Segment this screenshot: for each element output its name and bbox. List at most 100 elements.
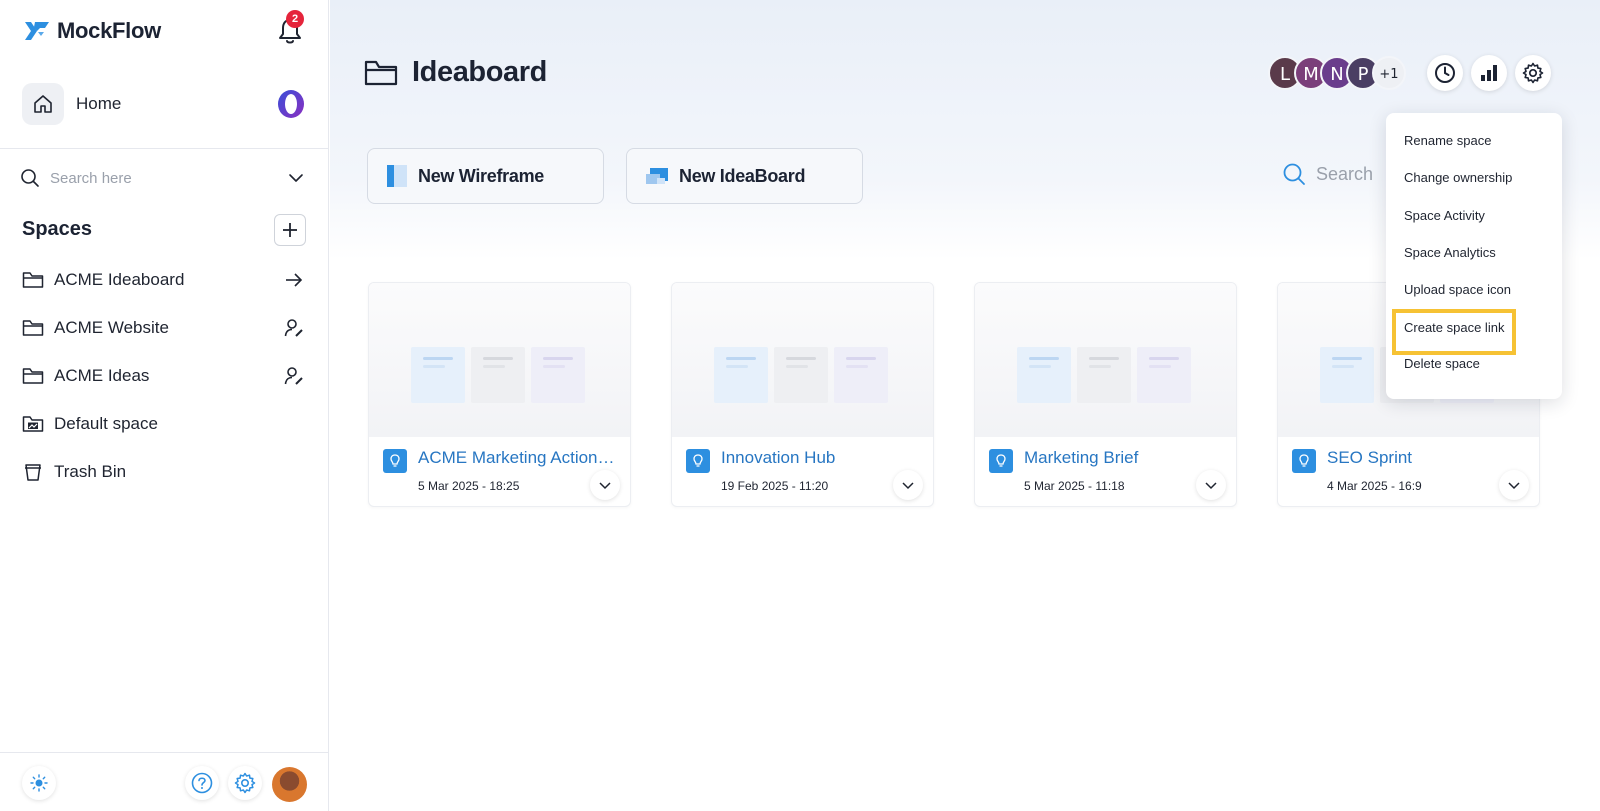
menu-item-change-ownership[interactable]: Change ownership bbox=[1404, 170, 1512, 185]
plus-icon bbox=[283, 223, 297, 237]
opera-icon[interactable] bbox=[276, 89, 306, 119]
folder-image-icon bbox=[22, 416, 44, 432]
mockflow-logo-icon bbox=[25, 22, 49, 40]
chevron-down-icon bbox=[1508, 482, 1520, 490]
sidebar-item-acme-website[interactable]: ACME Website bbox=[22, 314, 306, 342]
board-search-input[interactable]: Search bbox=[1316, 164, 1373, 185]
new-wireframe-button[interactable]: New Wireframe bbox=[367, 148, 604, 204]
page-title: Ideaboard bbox=[412, 56, 547, 88]
home-icon bbox=[22, 83, 64, 125]
sidebar-item-trash-bin[interactable]: Trash Bin bbox=[22, 458, 306, 486]
brand-name: MockFlow bbox=[57, 18, 161, 43]
add-space-button[interactable] bbox=[274, 214, 306, 246]
sidebar-home[interactable]: Home bbox=[22, 82, 306, 126]
board-card[interactable]: Marketing Brief 5 Mar 2025 - 11:18 bbox=[974, 282, 1237, 507]
sidebar-item-acme-ideas[interactable]: ACME Ideas bbox=[22, 362, 306, 390]
menu-item-rename-space[interactable]: Rename space bbox=[1404, 133, 1491, 148]
board-card[interactable]: Innovation Hub 19 Feb 2025 - 11:20 bbox=[671, 282, 934, 507]
user-edit-icon[interactable] bbox=[282, 364, 306, 388]
board-name[interactable]: Innovation Hub bbox=[721, 448, 921, 468]
settings-button[interactable] bbox=[228, 766, 262, 800]
board-options-button[interactable] bbox=[1499, 470, 1529, 500]
board-options-button[interactable] bbox=[893, 470, 923, 500]
sun-icon bbox=[30, 774, 48, 792]
board-date: 19 Feb 2025 - 11:20 bbox=[721, 479, 829, 493]
note-shape bbox=[774, 347, 828, 403]
user-avatar[interactable] bbox=[272, 767, 307, 802]
menu-item-space-activity[interactable]: Space Activity bbox=[1404, 208, 1485, 223]
board-search[interactable]: Search bbox=[1282, 162, 1373, 186]
gear-icon bbox=[1522, 62, 1544, 84]
new-ideaboard-button[interactable]: New IdeaBoard bbox=[626, 148, 863, 204]
sidebar-search[interactable]: Search here bbox=[20, 164, 304, 192]
history-button[interactable] bbox=[1427, 55, 1463, 91]
search-icon bbox=[21, 169, 39, 187]
sidebar-item-label: ACME Ideaboard bbox=[54, 270, 185, 289]
space-settings-menu: Rename space Change ownership Space Acti… bbox=[1386, 113, 1562, 399]
note-shape bbox=[471, 347, 525, 403]
sidebar-item-label: ACME Ideas bbox=[54, 366, 150, 385]
folder-icon bbox=[22, 320, 44, 336]
board-info: ACME Marketing Action Plan 5 Mar 2025 - … bbox=[369, 437, 630, 506]
analytics-button[interactable] bbox=[1471, 55, 1507, 91]
sidebar-item-label: Trash Bin bbox=[54, 462, 127, 481]
board-thumbnail bbox=[975, 283, 1236, 437]
board-card[interactable]: ACME Marketing Action Plan 5 Mar 2025 - … bbox=[368, 282, 631, 507]
help-icon bbox=[191, 772, 213, 794]
notification-badge: 2 bbox=[286, 10, 304, 28]
chevron-down-icon bbox=[902, 482, 914, 490]
chevron-down-icon bbox=[599, 482, 611, 490]
sidebar-footer bbox=[0, 752, 329, 811]
arrow-right-icon[interactable] bbox=[282, 268, 306, 292]
board-info: Innovation Hub 19 Feb 2025 - 11:20 bbox=[672, 437, 933, 506]
sidebar-search-input[interactable]: Search here bbox=[50, 170, 288, 187]
board-info: Marketing Brief 5 Mar 2025 - 11:18 bbox=[975, 437, 1236, 506]
chevron-down-icon[interactable] bbox=[288, 170, 304, 186]
new-wireframe-label: New Wireframe bbox=[418, 165, 544, 186]
lightbulb-icon bbox=[686, 449, 710, 473]
note-shape bbox=[1017, 347, 1071, 403]
home-label: Home bbox=[76, 94, 122, 113]
more-members-badge[interactable]: +1 bbox=[1372, 56, 1406, 90]
board-date: 5 Mar 2025 - 18:25 bbox=[418, 479, 520, 493]
spaces-heading: Spaces bbox=[22, 218, 93, 240]
sidebar-item-label: ACME Website bbox=[54, 318, 169, 337]
board-date: 5 Mar 2025 - 11:18 bbox=[1024, 479, 1125, 493]
note-shape bbox=[1077, 347, 1131, 403]
board-date: 4 Mar 2025 - 16:9 bbox=[1327, 479, 1422, 493]
note-shape bbox=[1137, 347, 1191, 403]
sidebar-item-acme-ideaboard[interactable]: ACME Ideaboard bbox=[22, 266, 306, 294]
wireframe-icon bbox=[387, 165, 407, 187]
board-thumbnail bbox=[672, 283, 933, 437]
sidebar: MockFlow 2 Home Search here Spaces ACME … bbox=[0, 0, 329, 811]
board-name[interactable]: SEO Sprint bbox=[1327, 448, 1527, 468]
board-name[interactable]: Marketing Brief bbox=[1024, 448, 1224, 468]
chevron-down-icon bbox=[1205, 482, 1217, 490]
menu-item-upload-space-icon[interactable]: Upload space icon bbox=[1404, 282, 1511, 297]
board-name[interactable]: ACME Marketing Action Plan bbox=[418, 448, 618, 468]
board-options-button[interactable] bbox=[1196, 470, 1226, 500]
board-info: SEO Sprint 4 Mar 2025 - 16:9 bbox=[1278, 437, 1539, 506]
ideaboard-icon bbox=[646, 168, 668, 184]
board-options-button[interactable] bbox=[590, 470, 620, 500]
note-shape bbox=[1320, 347, 1374, 403]
space-settings-button[interactable] bbox=[1515, 55, 1551, 91]
theme-toggle-button[interactable] bbox=[22, 766, 56, 800]
sidebar-item-label: Default space bbox=[54, 414, 158, 433]
user-edit-icon[interactable] bbox=[282, 316, 306, 340]
folder-icon bbox=[364, 60, 398, 85]
folder-icon bbox=[22, 272, 44, 288]
note-shape bbox=[411, 347, 465, 403]
mockflow-logo[interactable]: MockFlow bbox=[23, 18, 161, 44]
note-shape bbox=[714, 347, 768, 403]
clock-icon bbox=[1435, 63, 1455, 83]
highlight-box bbox=[1392, 309, 1516, 355]
page-header: Ideaboard bbox=[364, 56, 547, 89]
menu-item-delete-space[interactable]: Delete space bbox=[1404, 356, 1480, 371]
folder-icon bbox=[22, 368, 44, 384]
sidebar-item-default-space[interactable]: Default space bbox=[22, 410, 306, 438]
member-avatars[interactable]: L M N P +1 bbox=[1268, 56, 1406, 90]
menu-item-space-analytics[interactable]: Space Analytics bbox=[1404, 245, 1496, 260]
help-button[interactable] bbox=[185, 766, 219, 800]
note-shape bbox=[531, 347, 585, 403]
